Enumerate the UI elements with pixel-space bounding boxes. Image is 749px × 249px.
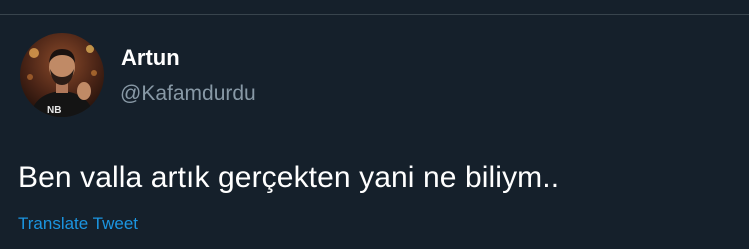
tweet: NB Artun @Kafamdurdu Ben valla artık ger… (0, 15, 749, 249)
user-handle[interactable]: @Kafamdurdu (120, 81, 256, 107)
tweet-text: Ben valla artık gerçekten yani ne biliym… (18, 161, 560, 194)
avatar-photo: NB (20, 33, 104, 117)
avatar[interactable]: NB (20, 33, 104, 117)
display-name[interactable]: Artun (121, 45, 180, 71)
svg-text:NB: NB (47, 105, 61, 116)
translate-tweet-link[interactable]: Translate Tweet (18, 213, 138, 235)
